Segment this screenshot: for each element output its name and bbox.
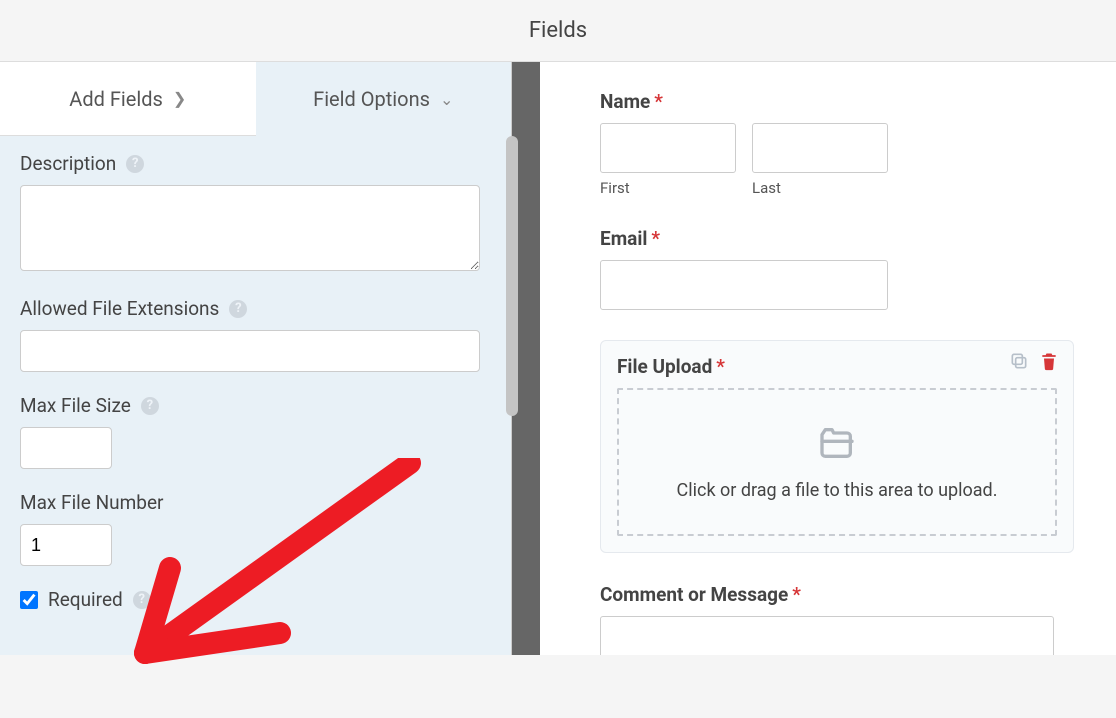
last-sublabel: Last — [752, 179, 888, 197]
max-size-input[interactable] — [20, 427, 112, 469]
upload-icon — [817, 423, 857, 468]
options-panel: Description ? Allowed File Extensions ? … — [0, 136, 511, 631]
required-row: Required ? — [20, 588, 491, 611]
tab-label: Add Fields — [69, 87, 163, 111]
duplicate-icon[interactable] — [1009, 351, 1029, 371]
tab-field-options[interactable]: Field Options ⌄ — [256, 62, 512, 136]
upload-hint: Click or drag a file to this area to upl… — [677, 480, 998, 501]
sidebar-tabs: Add Fields ❯ Field Options ⌄ — [0, 62, 511, 136]
upload-dropzone[interactable]: Click or drag a file to this area to upl… — [617, 388, 1057, 536]
main-layout: Add Fields ❯ Field Options ⌄ Description… — [0, 62, 1116, 655]
tab-label: Field Options — [313, 87, 430, 111]
field-name: Name* First Last — [600, 90, 1056, 197]
group-allowed-extensions: Allowed File Extensions ? — [20, 297, 491, 372]
required-label: Required — [48, 588, 123, 611]
group-max-file-number: Max File Number — [20, 491, 491, 566]
max-number-label: Max File Number — [20, 491, 163, 514]
page-header: Fields — [0, 0, 1116, 62]
field-email: Email* — [600, 227, 1056, 310]
allowed-ext-input[interactable] — [20, 330, 480, 372]
max-number-input[interactable] — [20, 524, 112, 566]
max-size-label: Max File Size — [20, 394, 131, 417]
sidebar: Add Fields ❯ Field Options ⌄ Description… — [0, 62, 512, 655]
email-input[interactable] — [600, 260, 888, 310]
scrollbar-thumb[interactable] — [506, 136, 518, 416]
chevron-down-icon: ⌄ — [440, 90, 453, 109]
group-description: Description ? — [20, 152, 491, 275]
comment-label: Comment or Message — [600, 583, 788, 606]
first-sublabel: First — [600, 179, 736, 197]
group-max-file-size: Max File Size ? — [20, 394, 491, 469]
field-file-upload[interactable]: File Upload* — [600, 340, 1056, 553]
tab-add-fields[interactable]: Add Fields ❯ — [0, 62, 256, 136]
comment-input[interactable] — [600, 616, 1054, 655]
help-icon[interactable]: ? — [229, 300, 247, 318]
form-preview: Name* First Last Email* — [540, 62, 1116, 655]
description-label: Description — [20, 152, 116, 175]
help-icon[interactable]: ? — [133, 591, 151, 609]
chevron-right-icon: ❯ — [173, 89, 186, 108]
last-name-input[interactable] — [752, 123, 888, 173]
required-asterisk: * — [792, 583, 801, 606]
trash-icon[interactable] — [1039, 351, 1059, 371]
first-name-input[interactable] — [600, 123, 736, 173]
name-label: Name — [600, 90, 650, 113]
field-comment: Comment or Message* — [600, 583, 1056, 655]
required-asterisk: * — [651, 227, 660, 250]
help-icon[interactable]: ? — [126, 155, 144, 173]
required-checkbox[interactable] — [20, 591, 38, 609]
file-upload-label: File Upload — [617, 355, 712, 378]
required-asterisk: * — [654, 90, 663, 113]
email-label: Email — [600, 227, 647, 250]
allowed-ext-label: Allowed File Extensions — [20, 297, 219, 320]
required-asterisk: * — [716, 355, 725, 378]
help-icon[interactable]: ? — [141, 397, 159, 415]
page-title: Fields — [529, 18, 587, 43]
description-input[interactable] — [20, 185, 480, 271]
